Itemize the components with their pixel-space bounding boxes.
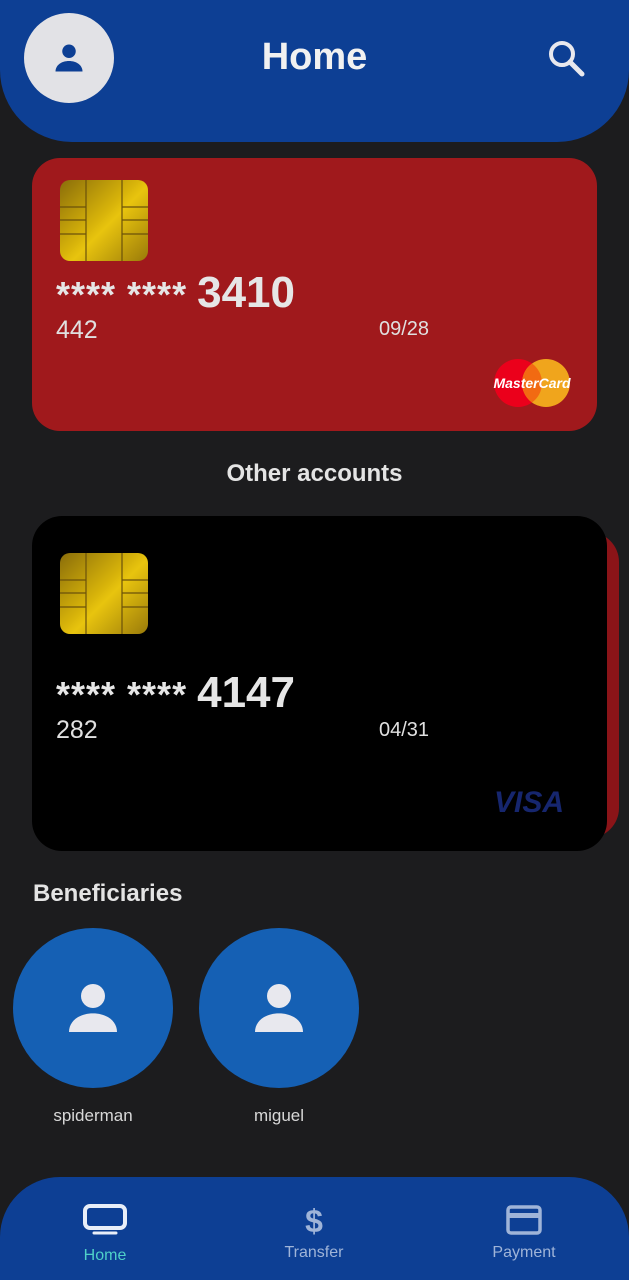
beneficiary-item[interactable]: spiderman	[13, 928, 173, 1128]
beneficiary-avatar[interactable]	[13, 928, 173, 1088]
mastercard-logo-icon: MasterCard	[493, 359, 571, 407]
nav-label-payment: Payment	[492, 1244, 556, 1261]
card-chip-icon	[60, 553, 148, 634]
card-number-last4: 3410	[197, 268, 295, 317]
bottom-navigation: Home $ Transfer Payment	[0, 1177, 629, 1280]
card-expiry: 09/28	[379, 318, 430, 340]
card-outline-icon	[83, 1204, 127, 1235]
app-screen: Home **** **** 3410 442 09/28 MasterCard…	[0, 0, 629, 1280]
beneficiary-avatar[interactable]	[199, 928, 359, 1088]
person-icon	[255, 984, 303, 1032]
svg-text:$: $	[305, 1203, 323, 1237]
account-card[interactable]: **** **** 4147 282 04/31 VISA	[32, 516, 607, 851]
card-cvv: 442	[56, 316, 98, 344]
dollar-icon: $	[305, 1203, 323, 1237]
card-number-masked: **** ****	[56, 274, 188, 315]
nav-label-home: Home	[83, 1247, 127, 1264]
card-expiry: 04/31	[379, 719, 430, 741]
card-chip-icon	[60, 180, 148, 261]
nav-item-home[interactable]: Home	[25, 1177, 185, 1280]
nav-item-transfer[interactable]: $ Transfer	[234, 1177, 394, 1280]
primary-card[interactable]: **** **** 3410 442 09/28 MasterCard	[32, 158, 597, 431]
credit-card-icon	[506, 1205, 542, 1235]
card-cvv: 282	[56, 716, 98, 744]
card-number: **** **** 4147	[56, 668, 295, 718]
nav-label-transfer: Transfer	[284, 1244, 344, 1261]
search-icon	[549, 41, 585, 77]
svg-text:MasterCard: MasterCard	[493, 375, 570, 391]
card-number-last4: 4147	[197, 668, 295, 717]
beneficiary-name: spiderman	[53, 1106, 133, 1125]
beneficiary-name: miguel	[253, 1106, 305, 1125]
nav-item-payment[interactable]: Payment	[444, 1177, 604, 1280]
app-header: Home	[0, 0, 629, 142]
page-title: Home	[261, 36, 368, 78]
beneficiary-item[interactable]: miguel	[199, 928, 359, 1128]
card-number-masked: **** ****	[56, 674, 188, 715]
search-button[interactable]	[546, 38, 586, 78]
beneficiaries-title: Beneficiaries	[33, 880, 183, 907]
visa-logo-icon: VISA	[494, 786, 565, 819]
card-number: **** **** 3410	[56, 268, 295, 318]
person-icon	[69, 984, 117, 1032]
other-accounts-title: Other accounts	[226, 460, 403, 487]
